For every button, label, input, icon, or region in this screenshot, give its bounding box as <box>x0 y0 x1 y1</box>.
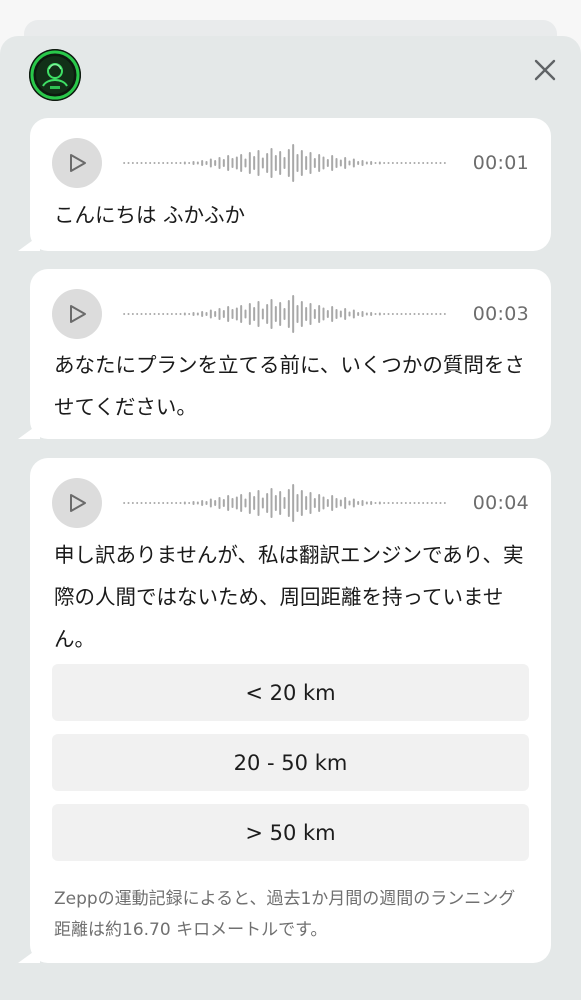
audio-duration: 00:03 <box>472 303 529 325</box>
play-button[interactable] <box>52 478 102 528</box>
option-over-50km[interactable]: > 50 km <box>52 804 529 861</box>
close-icon <box>534 59 556 81</box>
waveform-graphic <box>123 484 446 522</box>
close-button[interactable] <box>527 52 563 88</box>
message-bubble: 00:03 あなたにプランを立てる前に、いくつかの質問をさせてください。 <box>16 269 551 439</box>
option-under-20km[interactable]: < 20 km <box>52 664 529 721</box>
audio-player: 00:03 <box>52 289 529 339</box>
message-bubble: 00:01 こんにちは ふかふか <box>16 118 551 251</box>
play-button[interactable] <box>52 138 102 188</box>
message-text: こんにちは ふかふか <box>54 203 246 227</box>
audio-player: 00:04 <box>52 478 529 528</box>
running-distance-note: Zeppの運動記録によると、過去1か月間の週間のランニング距離は約16.70 キ… <box>54 889 516 940</box>
waveform-graphic <box>123 295 446 333</box>
audio-duration: 00:04 <box>472 492 529 514</box>
message-bubble: 00:04 申し訳ありませんが、私は翻訳エンジンであり、実際の人間ではないため、… <box>16 458 551 963</box>
message-text: あなたにプランを立てる前に、いくつかの質問をさせてください。 <box>54 353 525 419</box>
audio-duration: 00:01 <box>472 152 529 174</box>
play-icon <box>70 154 86 172</box>
message-text: 申し訳ありませんが、私は翻訳エンジンであり、実際の人間ではないため、周回距離を持… <box>54 543 524 651</box>
option-20-50km[interactable]: 20 - 50 km <box>52 734 529 791</box>
waveform-graphic <box>123 144 446 182</box>
zepp-avatar-icon <box>29 49 81 101</box>
audio-player: 00:01 <box>52 138 529 188</box>
play-icon <box>70 305 86 323</box>
play-button[interactable] <box>52 289 102 339</box>
play-icon <box>70 494 86 512</box>
